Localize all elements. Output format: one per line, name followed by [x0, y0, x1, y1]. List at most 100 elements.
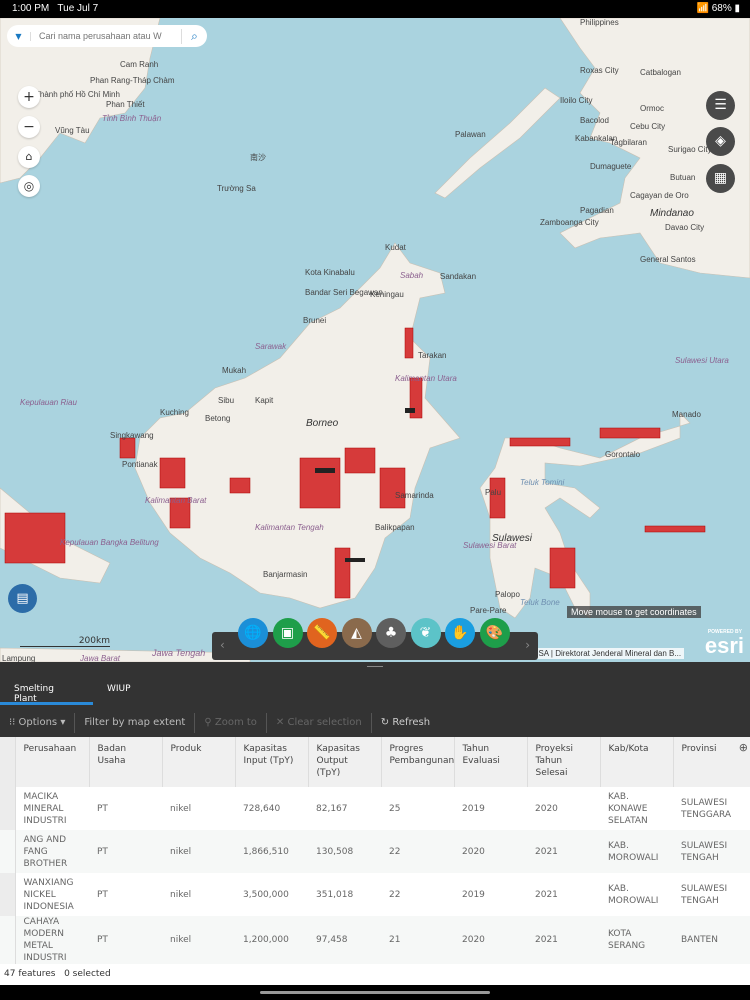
map-label: Palopo — [495, 590, 520, 599]
map-label: Palu — [485, 488, 502, 497]
map-label: Teluk Tomini — [520, 478, 565, 487]
add-column-icon[interactable]: ⊕ — [739, 741, 748, 754]
table-cell: PT — [97, 889, 108, 900]
map-label: Gorontalo — [605, 450, 641, 459]
select-all-column[interactable] — [0, 737, 16, 787]
locate-icon[interactable]: ◎ — [18, 175, 40, 197]
search-bar[interactable]: ▼ ⌕ — [7, 25, 207, 47]
status-bar: 1:00 PM Tue Jul 7 📶 68% ▮ — [0, 0, 750, 18]
map-label: Sulawesi Utara — [675, 356, 729, 365]
table-row[interactable]: CAHAYA MODERN METAL INDUSTRI PT nikel 1,200… — [0, 916, 750, 964]
map-label: Iloilo City — [560, 96, 593, 105]
map-label: Surigao City — [668, 145, 712, 154]
date: Tue Jul 7 — [57, 3, 99, 14]
map-label: Sarawak — [255, 342, 287, 351]
legend-list-icon[interactable]: ☰ — [706, 91, 735, 120]
measure-icon[interactable]: 📏 — [307, 618, 337, 648]
attribute-table-icon[interactable]: ▤ — [8, 584, 37, 613]
refresh-button[interactable]: ↻ Refresh — [372, 713, 439, 733]
map-label: Kapit — [255, 396, 274, 405]
zoom-in-button[interactable]: + — [18, 86, 40, 108]
column-header[interactable]: Kapasitas Input (TpY) — [235, 737, 309, 787]
table-cell: ANG AND FANG BROTHER — [15, 830, 89, 873]
home-icon[interactable]: ⌂ — [18, 146, 40, 168]
table-cell: KOTA SERANG — [600, 916, 673, 964]
table-cell: 351,018 — [316, 889, 354, 900]
table-row[interactable]: ANG AND FANG BROTHER PT nikel 1,866,510 130,… — [0, 830, 750, 873]
table-cell: SULAWESI TENGGARA — [681, 797, 732, 820]
attribute-panel: Smelting Plant WIUP ⁝⁝ Options ▾ Filter … — [0, 662, 750, 737]
map-label: Kota Kinabalu — [305, 268, 355, 277]
search-input[interactable] — [31, 31, 181, 41]
map-label: Pagadian — [580, 206, 614, 215]
search-source-dropdown[interactable]: ▼ — [7, 31, 31, 41]
map-label: Cagayan de Oro — [630, 191, 689, 200]
toolbar-prev-button[interactable]: ‹ — [220, 638, 225, 652]
table-cell: nikel — [162, 830, 235, 873]
tab-wiup[interactable]: WIUP — [93, 674, 145, 705]
map-label: Betong — [205, 414, 231, 423]
panel-resize-handle[interactable] — [367, 666, 383, 667]
tab-smelting-plant[interactable]: Smelting Plant — [0, 674, 93, 705]
column-header[interactable]: Proyeksi Tahun Selesai — [527, 737, 601, 787]
forest-icon[interactable]: ♣ — [376, 618, 406, 648]
esri-logo: POWERED BY esri — [705, 629, 744, 659]
map-label: Bacolod — [580, 116, 609, 125]
map-label: Mukah — [222, 366, 247, 375]
row-selector[interactable] — [0, 873, 16, 916]
map-label: Kalimantan Tengah — [255, 523, 324, 532]
row-selector[interactable] — [0, 830, 16, 873]
map-view[interactable]: Philippines Roxas City Catbalogan Iloilo… — [0, 18, 750, 662]
column-header[interactable]: Progres Pembangunan — [381, 737, 455, 787]
map-label: Davao City — [665, 223, 705, 232]
options-menu-button[interactable]: ⁝⁝ Options ▾ — [0, 712, 76, 733]
map-label: Kalimantan Utara — [395, 374, 457, 383]
table-row[interactable]: WANXIANG NICKEL INDONESIA PT nikel 3,500,00… — [0, 873, 750, 916]
zoom-to-button[interactable]: ⚲ Zoom to — [195, 712, 267, 733]
column-header[interactable]: Tahun Evaluasi — [454, 737, 528, 787]
row-selector[interactable] — [0, 916, 16, 964]
search-icon[interactable]: ⌕ — [181, 28, 207, 44]
column-header[interactable]: Perusahaan — [15, 737, 90, 787]
map-label: Borneo — [306, 418, 339, 429]
table-cell: PT — [89, 916, 162, 964]
zoom-to-label: Zoom to — [214, 716, 257, 728]
map-label: Tarakan — [418, 351, 447, 360]
table-cell: 2020 — [454, 916, 527, 964]
add-data-icon[interactable]: ▣ — [272, 618, 303, 648]
table-cell: 25 — [389, 803, 401, 814]
table-cell: SULAWESI TENGAH — [681, 883, 728, 906]
map-label: Ormoc — [640, 104, 664, 113]
filter-by-map-extent-button[interactable]: Filter by map extent — [75, 712, 196, 733]
map-label: Palawan — [455, 130, 486, 139]
basemap-gallery-icon[interactable]: ▦ — [706, 164, 735, 193]
map-label: Jawa Barat — [80, 654, 121, 662]
table-cell: nikel — [170, 889, 192, 900]
toolbar-next-button[interactable]: › — [525, 638, 530, 652]
map-pin-area-icon[interactable]: ◭ — [341, 618, 372, 648]
column-header[interactable]: Badan Usaha — [89, 737, 163, 787]
table-cell: BANTEN — [673, 916, 750, 964]
table-cell: SULAWESI TENGAH — [673, 830, 750, 873]
coordinates-readout: Move mouse to get coordinates — [567, 606, 701, 618]
map-label: Kalimantan Barat — [145, 496, 207, 505]
zoom-out-button[interactable]: − — [18, 116, 40, 138]
basemap-globe-icon[interactable]: 🌐 — [238, 618, 268, 648]
map-label: 南沙 — [250, 153, 266, 162]
column-header[interactable]: Kab/Kota — [600, 737, 674, 787]
clear-selection-button[interactable]: ✕ Clear selection — [267, 712, 372, 733]
layers-icon[interactable]: ◈ — [706, 127, 735, 156]
map-label: Banjarmasin — [263, 570, 308, 579]
map-hand-icon[interactable]: ✋ — [445, 618, 475, 648]
scale-bar: 200km — [20, 636, 110, 647]
map-label: Jawa Tengah — [152, 648, 206, 658]
row-selector[interactable] — [0, 787, 16, 830]
table-cell: KAB. MOROWALI — [600, 830, 673, 873]
map-label: Lampung — [2, 654, 36, 662]
column-header[interactable]: Kapasitas Output (TpY) — [308, 737, 382, 787]
leaf-icon[interactable]: ❦ — [410, 618, 441, 648]
battery-percent: 68% — [711, 3, 732, 14]
table-row[interactable]: MACIKA MINERAL INDUSTRI PT nikel 728,640 82,… — [0, 787, 750, 830]
column-header[interactable]: Produk — [162, 737, 236, 787]
palette-icon[interactable]: 🎨 — [479, 618, 510, 648]
